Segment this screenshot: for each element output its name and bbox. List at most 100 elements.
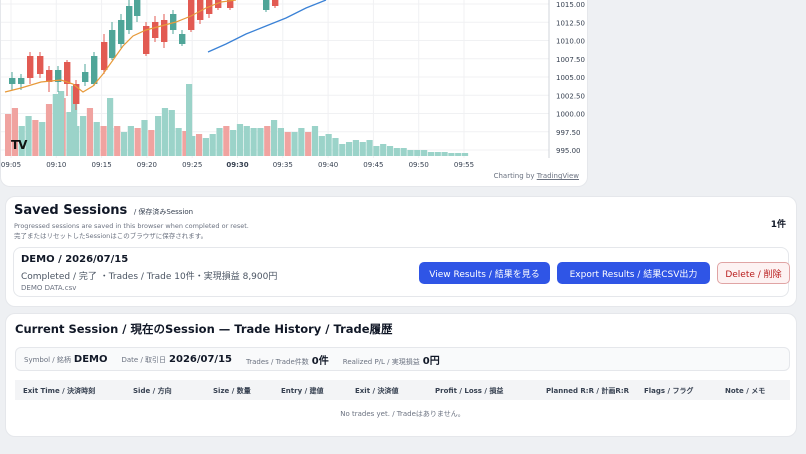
volume-bar — [407, 150, 414, 156]
time-tick-label: 09:35 — [273, 161, 293, 169]
price-tick-label: 995.00 — [556, 147, 581, 155]
candle — [152, 22, 159, 38]
volume-bar — [127, 126, 134, 156]
volume-bar — [373, 146, 380, 156]
volume-bar — [311, 126, 319, 156]
volume-bar — [277, 128, 284, 156]
description-ja: 完了またはリセットしたSessionはこのブラウザに保存されます。 — [14, 232, 208, 240]
charting-by-credit: Charting by TradingView — [494, 172, 579, 180]
volume-bar — [366, 140, 373, 156]
saved-sessions-subheading: / 保存済みSession — [133, 208, 194, 216]
col-planned-rr[interactable]: Planned R:R / 計画R:R — [546, 386, 629, 396]
summary-date: Date / 取引日 2026/07/15 — [121, 354, 232, 365]
summary-pl: Realized P/L / 実現損益 0円 — [343, 352, 440, 367]
volume-bar — [270, 120, 278, 156]
time-tick-label: 09:30 — [226, 161, 248, 169]
volume-bar — [39, 122, 46, 156]
volume-bar — [223, 126, 230, 156]
volume-bar — [400, 148, 407, 156]
candle — [109, 30, 116, 58]
volume-bar — [264, 126, 271, 156]
volume-bar — [58, 91, 65, 156]
col-size[interactable]: Size / 数量 — [213, 386, 251, 396]
time-tick-label: 09:50 — [409, 161, 429, 169]
volume-bar — [175, 128, 182, 156]
volume-bar — [305, 132, 312, 156]
volume-bar — [393, 148, 400, 156]
volume-bar — [461, 153, 469, 156]
volume-bar — [291, 132, 298, 156]
col-profit-loss[interactable]: Profit / Loss / 損益 — [435, 386, 503, 396]
volume-bar — [80, 116, 87, 156]
volume-bar — [421, 150, 428, 156]
time-tick-label: 09:15 — [92, 161, 112, 169]
volume-bar — [346, 142, 353, 156]
price-tick-label: 1015.00 — [556, 1, 585, 9]
time-tick-label: 09:45 — [363, 161, 383, 169]
time-tick-label: 09:25 — [182, 161, 202, 169]
charting-by-label: Charting by — [493, 172, 535, 180]
col-side[interactable]: Side / 方向 — [133, 386, 172, 396]
candle — [118, 20, 125, 44]
volume-bar — [257, 128, 264, 156]
volume-bar — [332, 138, 339, 156]
tradingview-link[interactable]: TradingView — [537, 172, 579, 180]
volume-bar — [86, 108, 94, 156]
volume-bar — [298, 128, 305, 156]
volume-bar — [380, 144, 387, 156]
col-exit[interactable]: Exit / 決済値 — [355, 386, 398, 396]
time-tick-label: 09:10 — [46, 161, 66, 169]
col-note[interactable]: Note / メモ — [725, 386, 765, 396]
candle — [161, 20, 168, 42]
volume-bar — [427, 152, 435, 156]
view-results-button[interactable]: View Results / 結果を見る — [419, 262, 550, 284]
trade-history-header: Exit Time / 決済時刻 Side / 方向 Size / 数量 Ent… — [15, 380, 790, 400]
candle — [126, 6, 133, 30]
delete-session-button[interactable]: Delete / 削除 — [717, 262, 790, 284]
time-tick-label: 09:20 — [137, 161, 157, 169]
volume-bar — [318, 136, 325, 156]
volume-bar — [168, 110, 175, 156]
volume-bar — [434, 152, 441, 156]
candle — [37, 56, 44, 74]
volume-bar — [441, 152, 448, 156]
pl-label: Realized P/L / 実現損益 — [342, 357, 420, 366]
col-flags[interactable]: Flags / フラグ — [644, 386, 694, 396]
volume-bar — [386, 146, 394, 156]
volume-bar — [352, 140, 360, 156]
volume-bar — [236, 124, 244, 156]
tradingview-logo: TV — [11, 138, 27, 152]
price-tick-label: 1000.00 — [556, 111, 585, 119]
candle — [46, 70, 53, 82]
volume-bar — [134, 128, 141, 156]
candle — [27, 56, 34, 78]
volume-bar — [120, 132, 128, 156]
saved-sessions-title: Saved Sessions / 保存済みSession — [14, 203, 193, 218]
volume-bar — [32, 120, 39, 156]
candle — [9, 78, 16, 84]
price-tick-label: 1010.00 — [556, 38, 585, 46]
candle — [263, 0, 270, 10]
volume-bar — [114, 126, 121, 156]
volume-bar — [186, 84, 193, 156]
empty-trades-message: No trades yet. / Tradeはありません。 — [340, 410, 465, 418]
volume-bar — [230, 130, 237, 156]
candle — [179, 34, 186, 44]
col-exit-time[interactable]: Exit Time / 決済時刻 — [23, 386, 95, 396]
volume-bar — [325, 134, 332, 156]
candle — [134, 0, 141, 16]
chart-panel[interactable]: 1015.00 1012.50 1010.00 1007.50 1005.00 1002.… — [0, 0, 588, 187]
col-entry[interactable]: Entry / 建値 — [281, 386, 324, 396]
volume-bar — [195, 134, 203, 156]
candlestick-chart[interactable]: 1015.00 1012.50 1010.00 1007.50 1005.00 1002.… — [1, 0, 588, 187]
candle — [82, 72, 89, 82]
volume-bar — [161, 108, 169, 156]
session-name: DEMO / 2026/07/15 — [21, 254, 129, 265]
session-file: DEMO DATA.csv — [21, 284, 77, 292]
volume-bar — [448, 153, 455, 156]
time-tick-label: 09:05 — [1, 161, 21, 169]
trades-value: 0件 — [311, 355, 329, 367]
export-results-button[interactable]: Export Results / 結果CSV出力 — [557, 262, 710, 284]
date-value: 2026/07/15 — [169, 353, 232, 365]
volume-bar — [250, 128, 257, 156]
